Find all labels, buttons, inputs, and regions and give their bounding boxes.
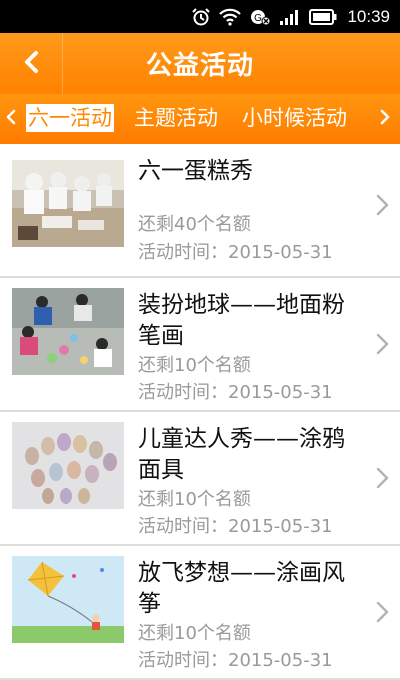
activity-date: 活动时间：2015-05-31	[138, 516, 333, 537]
tab-bar: 六一活动 主题活动 小时候活动	[0, 94, 400, 144]
tab-children-day[interactable]: 六一活动	[26, 104, 114, 132]
activity-item[interactable]: 放飞梦想——涂画风筝 还剩10个名额 活动时间：2015-05-31	[0, 546, 400, 680]
tab-theme[interactable]: 主题活动	[134, 104, 218, 132]
activity-date: 活动时间：2015-05-31	[138, 650, 333, 671]
activity-date: 活动时间：2015-05-31	[138, 382, 333, 403]
activity-item[interactable]: 儿童达人秀——涂鸦面具 还剩10个名额 活动时间：2015-05-31	[0, 412, 400, 546]
chevron-right-icon	[380, 109, 390, 129]
battery-icon	[309, 6, 337, 28]
activity-quota: 还剩40个名额	[138, 214, 251, 235]
signal-icon	[279, 6, 301, 28]
activity-thumbnail	[12, 556, 124, 643]
activity-thumbnail	[12, 288, 124, 375]
activity-thumbnail	[12, 422, 124, 509]
activity-title: 放飞梦想——涂画风筝	[138, 560, 345, 617]
tab-childhood[interactable]: 小时候活动	[242, 104, 347, 132]
back-button[interactable]	[0, 33, 63, 94]
chevron-right-icon	[374, 193, 390, 217]
svg-text:G: G	[255, 13, 263, 24]
activity-quota: 还剩10个名额	[138, 623, 251, 644]
status-bar: G 10:39	[0, 0, 400, 33]
activity-title: 六一蛋糕秀	[138, 158, 253, 184]
title-bar: 公益活动	[0, 33, 400, 94]
tabs-scroll-right[interactable]	[374, 94, 396, 144]
data-icon: G	[249, 6, 271, 28]
chevron-right-icon	[374, 332, 390, 356]
chevron-left-icon	[6, 109, 16, 129]
activity-quota: 还剩10个名额	[138, 489, 251, 510]
activity-item[interactable]: 装扮地球——地面粉笔画 还剩10个名额 活动时间：2015-05-31	[0, 278, 400, 412]
tabs-scroll-left[interactable]	[0, 94, 22, 144]
activity-item[interactable]: 六一蛋糕秀 还剩40个名额 活动时间：2015-05-31	[0, 144, 400, 278]
activity-title: 儿童达人秀——涂鸦面具	[138, 426, 345, 483]
wifi-icon	[219, 6, 242, 28]
chevron-right-icon	[374, 466, 390, 490]
page-title: 公益活动	[145, 51, 254, 81]
activity-thumbnail	[12, 160, 124, 247]
activity-date: 活动时间：2015-05-31	[138, 242, 333, 263]
status-time: 10:39	[347, 6, 390, 26]
activity-quota: 还剩10个名额	[138, 355, 251, 376]
activity-title: 装扮地球——地面粉笔画	[138, 292, 345, 349]
chevron-right-icon	[374, 600, 390, 624]
back-arrow-icon	[23, 50, 39, 78]
alarm-icon	[191, 6, 211, 28]
